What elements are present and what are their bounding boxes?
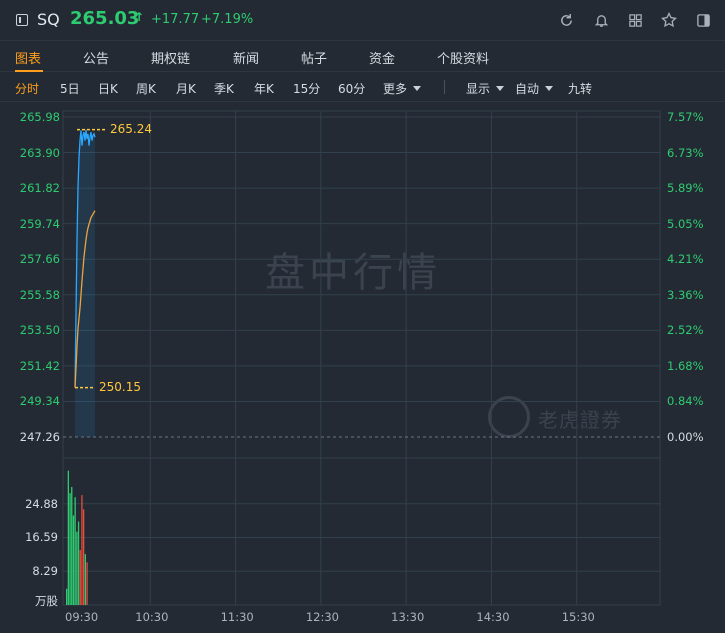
- price-change: +17.77: [151, 12, 200, 27]
- chevron-down-icon: [413, 86, 422, 91]
- volume-bar: [74, 497, 76, 605]
- period-monthly-k[interactable]: 月K: [176, 80, 196, 97]
- brand-logo-text: 老虎證券: [538, 408, 622, 432]
- percent-tick-label: 1.68%: [667, 358, 704, 373]
- percent-tick-label: 2.52%: [667, 323, 704, 338]
- volume-bar: [83, 509, 85, 605]
- period-yearly-k[interactable]: 年K: [254, 80, 274, 97]
- nine-turn-button[interactable]: 九转: [568, 80, 592, 97]
- time-tick-label: 15:30: [561, 610, 595, 624]
- volume-tick-label: 24.88: [25, 496, 58, 511]
- period-15min[interactable]: 15分: [293, 80, 320, 97]
- time-tick-label: 10:30: [135, 610, 169, 624]
- tab-announcements[interactable]: 公告: [83, 48, 109, 67]
- volume-bar: [79, 550, 81, 605]
- volume-tick-label: 16.59: [25, 530, 58, 545]
- up-arrow-icon: ↑: [134, 10, 145, 24]
- volume-bar: [69, 493, 71, 605]
- volume-bar: [66, 588, 68, 605]
- time-tick-label: 09:30: [65, 610, 99, 624]
- volume-bar: [71, 486, 73, 605]
- percent-tick-label: 6.73%: [667, 145, 704, 160]
- percent-tick-label: 5.89%: [667, 181, 704, 196]
- volume-bar: [72, 515, 75, 605]
- brand-logo-icon: [488, 396, 530, 438]
- toolbar-divider: [444, 80, 445, 94]
- ticker-symbol: SQ: [37, 10, 60, 29]
- volume-bar: [76, 531, 78, 605]
- sidebar-toggle-icon[interactable]: [16, 14, 28, 26]
- quote-header: SQ 265.03 ↑ +17.77 +7.19%: [0, 0, 725, 40]
- volume-bar: [67, 470, 69, 605]
- price-area: [75, 129, 95, 437]
- more-label: 更多: [383, 82, 408, 96]
- period-quarterly-k[interactable]: 季K: [214, 80, 234, 97]
- price-tick-label: 257.66: [19, 252, 60, 267]
- period-5day[interactable]: 5日: [60, 80, 80, 97]
- percent-tick-label: 0.00%: [667, 430, 704, 444]
- grid-icon[interactable]: [626, 11, 644, 29]
- last-price: 265.03: [70, 8, 140, 29]
- more-dropdown[interactable]: 更多: [383, 80, 422, 97]
- tab-capital[interactable]: 资金: [369, 48, 395, 67]
- main-tabs: 图表 公告 期权链 新闻 帖子 资金 个股资料: [0, 40, 725, 72]
- bell-icon[interactable]: [592, 11, 610, 29]
- high-price-label: 265.24: [110, 121, 152, 136]
- price-tick-label: 255.58: [19, 287, 60, 302]
- chevron-down-icon: [496, 86, 505, 91]
- price-tick-label: 247.26: [19, 430, 60, 444]
- price-tick-label: 249.34: [19, 394, 60, 409]
- tab-chart[interactable]: 图表: [15, 48, 41, 67]
- auto-dropdown[interactable]: 自动: [515, 80, 554, 97]
- price-tick-label: 263.90: [19, 145, 60, 160]
- star-icon[interactable]: [660, 11, 678, 29]
- tab-company-profile[interactable]: 个股资料: [437, 48, 489, 67]
- period-weekly-k[interactable]: 周K: [136, 80, 156, 97]
- time-tick-label: 11:30: [220, 610, 254, 624]
- period-daily-k[interactable]: 日K: [98, 80, 118, 97]
- chart-period-tabs: 分时 5日 日K 周K 月K 季K 年K 15分 60分 更多 显示 自动 九转: [0, 72, 725, 102]
- chart-frame: [62, 110, 661, 606]
- percent-tick-label: 7.57%: [667, 110, 704, 124]
- price-tick-label: 251.42: [19, 358, 60, 373]
- percent-tick-label: 0.84%: [667, 394, 704, 409]
- volume-unit-label: 万股: [35, 594, 58, 608]
- price-line: [74, 129, 96, 387]
- volume-bar: [81, 495, 83, 605]
- auto-label: 自动: [515, 82, 540, 96]
- period-60min[interactable]: 60分: [338, 80, 365, 97]
- watermark-text: 盘中行情: [265, 250, 441, 296]
- refresh-icon[interactable]: [557, 11, 575, 29]
- display-dropdown[interactable]: 显示: [466, 80, 505, 97]
- time-tick-label: 13:30: [391, 610, 425, 624]
- chevron-down-icon: [545, 86, 554, 91]
- time-tick-label: 12:30: [305, 610, 339, 624]
- volume-bar: [84, 554, 86, 605]
- average-price-line: [74, 210, 96, 388]
- tab-posts[interactable]: 帖子: [301, 48, 327, 67]
- percent-tick-label: 4.21%: [667, 252, 704, 267]
- volume-tick-label: 8.29: [32, 564, 58, 579]
- tab-options-chain[interactable]: 期权链: [151, 48, 190, 67]
- percent-tick-label: 5.05%: [667, 216, 704, 231]
- tab-news[interactable]: 新闻: [233, 48, 259, 67]
- price-change-percent: +7.19%: [201, 12, 254, 27]
- volume-bar: [77, 521, 80, 605]
- price-tick-label: 265.98: [19, 110, 60, 124]
- percent-tick-label: 3.36%: [667, 287, 704, 302]
- volume-bar: [86, 562, 88, 605]
- price-tick-label: 261.82: [19, 181, 60, 196]
- price-tick-label: 253.50: [19, 323, 60, 338]
- low-price-label: 250.15: [99, 379, 141, 394]
- display-label: 显示: [466, 82, 491, 96]
- price-tick-label: 259.74: [19, 216, 60, 231]
- time-tick-label: 14:30: [476, 610, 510, 624]
- panel-icon[interactable]: [694, 11, 712, 29]
- period-intraday[interactable]: 分时: [15, 80, 39, 97]
